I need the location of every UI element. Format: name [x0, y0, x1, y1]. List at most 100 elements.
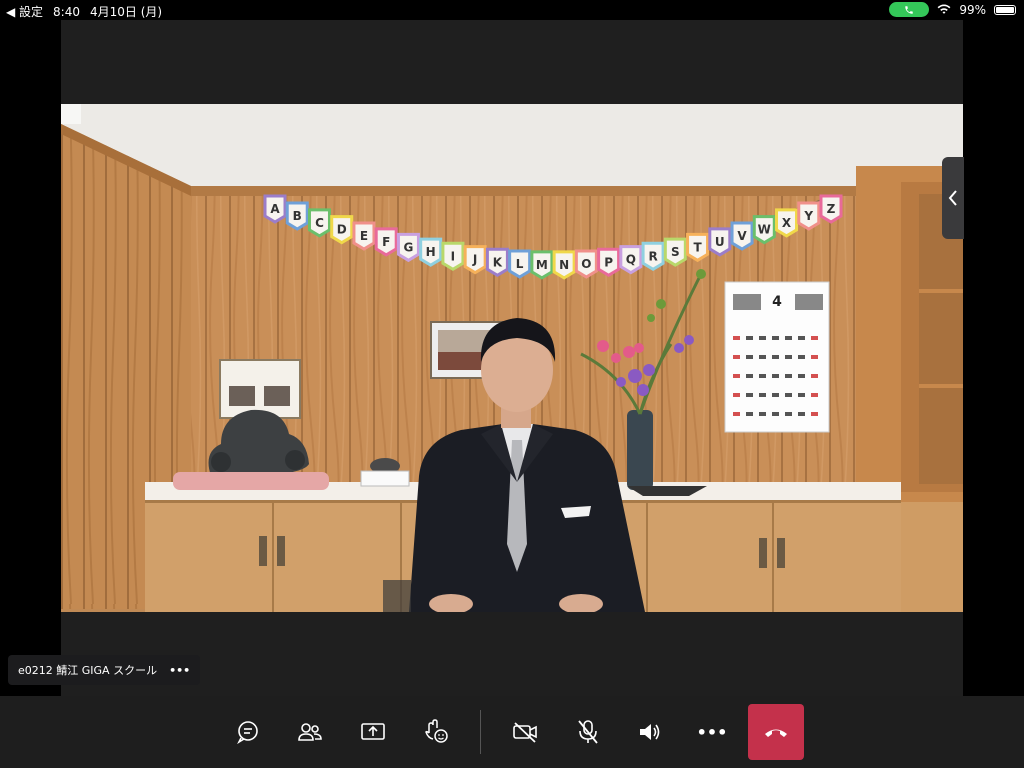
calendar-day: [798, 374, 805, 378]
calendar-day: [772, 393, 779, 397]
banner-pennant: I: [441, 241, 465, 272]
banner-pennant: R: [641, 241, 665, 272]
calendar-day: [785, 412, 792, 416]
banner-pennant: F: [374, 227, 398, 257]
calendar-day: [811, 355, 818, 359]
banner-pennant: S: [663, 237, 687, 267]
speaker-icon: [640, 724, 660, 740]
banner-letter: R: [648, 249, 657, 263]
banner-pennant: Y: [797, 201, 821, 231]
hang-up-button[interactable]: [748, 704, 804, 760]
calendar-day: [733, 412, 740, 416]
battery-icon: [994, 4, 1016, 15]
calendar-day: [759, 393, 766, 397]
banner-letter: B: [293, 209, 302, 223]
banner-letter: G: [404, 240, 414, 254]
participant-more-button[interactable]: •••: [169, 664, 190, 677]
hang-up-icon: [765, 729, 787, 737]
banner-pennant: K: [485, 247, 509, 278]
video-frame: 4 AB C D E F G H I J K L M N O P Q R S T U V W X YZ: [61, 104, 963, 612]
banner-letter: P: [604, 255, 613, 269]
participant-name-tag[interactable]: e0212 鯖江 GIGA スクール •••: [8, 655, 201, 685]
calendar-day: [785, 355, 792, 359]
camera-off-icon: [513, 722, 537, 743]
calendar-day: [798, 355, 805, 359]
status-bar: ◀ 設定 8:40 4月10日 (月) 99%: [0, 0, 1024, 20]
banner-pennant: V: [730, 221, 754, 251]
banner-letter: V: [737, 229, 747, 243]
calendar-day: [798, 412, 805, 416]
banner-letter: C: [315, 216, 324, 230]
banner-letter: U: [715, 235, 725, 249]
calendar-day: [785, 336, 792, 340]
banner-letter: M: [536, 258, 548, 272]
banner-pennant: Q: [619, 245, 643, 275]
calendar-day: [811, 336, 818, 340]
calendar-day: [811, 393, 818, 397]
banner-pennant: G: [396, 232, 420, 263]
participants-button[interactable]: [292, 714, 328, 750]
wifi-icon: [937, 4, 951, 14]
calendar-day: [811, 374, 818, 378]
calendar-day: [811, 412, 818, 416]
banner-pennant: X: [775, 208, 799, 238]
calendar-day: [759, 336, 766, 340]
reactions-button[interactable]: [418, 714, 454, 750]
chat-icon: [237, 721, 258, 744]
banner-pennant: Z: [819, 194, 843, 224]
battery-percent: 99%: [959, 2, 986, 17]
camera-toggle-button[interactable]: [507, 714, 543, 750]
banner-pennant: T: [686, 232, 710, 263]
calendar-day: [772, 336, 779, 340]
calendar-day: [733, 393, 740, 397]
banner-pennant: J: [463, 245, 487, 275]
speaker-button[interactable]: [632, 714, 668, 750]
banner-letter: Q: [626, 253, 636, 267]
chevron-left-icon: [948, 190, 957, 206]
banner-letter: N: [559, 258, 569, 272]
banner-pennant: D: [330, 215, 354, 245]
calendar-day: [746, 374, 753, 378]
banner-pennant: L: [508, 249, 532, 279]
banner-letter: E: [360, 229, 368, 243]
banner-pennant: P: [597, 247, 621, 278]
calendar-day: [746, 393, 753, 397]
active-call-indicator[interactable]: [889, 2, 930, 17]
status-time: 8:40: [53, 4, 80, 19]
banner-letter: Y: [803, 209, 813, 223]
banner-letter: X: [782, 216, 792, 230]
share-screen-icon: [361, 723, 385, 740]
share-screen-button[interactable]: [355, 714, 391, 750]
reactions-icon: [425, 719, 448, 743]
banner-pennant: H: [419, 237, 443, 267]
calendar-month: 4: [772, 294, 782, 310]
banner-letter: I: [451, 249, 455, 263]
banner-letter: D: [337, 223, 347, 237]
side-panel-handle[interactable]: [942, 157, 964, 239]
people-icon: [298, 723, 322, 741]
back-to-settings[interactable]: ◀ 設定: [6, 3, 43, 20]
chat-button[interactable]: [230, 714, 266, 750]
calendar-day: [746, 336, 753, 340]
more-options-button[interactable]: •••: [694, 714, 730, 750]
status-date: 4月10日 (月): [90, 5, 163, 19]
banner-letter: Z: [827, 202, 836, 216]
banner-letter: A: [270, 202, 280, 216]
banner-letter: S: [671, 245, 680, 259]
mic-off-icon: [578, 720, 598, 744]
banner-letter: F: [382, 235, 390, 249]
participant-video[interactable]: 4 ABCDEFGH I J KLMNOPQRSTUVWXYZ: [61, 104, 963, 612]
calendar-day: [746, 412, 753, 416]
calendar-day: [785, 393, 792, 397]
calendar-day: [759, 412, 766, 416]
meeting-control-bar: •••: [0, 696, 1024, 768]
banner-letter: T: [693, 240, 702, 254]
calendar-day: [772, 355, 779, 359]
banner-pennant: O: [574, 249, 598, 279]
mic-toggle-button[interactable]: [570, 714, 606, 750]
banner-pennant: W: [752, 215, 776, 245]
participant-name: e0212 鯖江 GIGA スクール: [18, 664, 158, 677]
calendar-day: [733, 355, 740, 359]
calendar-day: [759, 374, 766, 378]
calendar-day: [798, 336, 805, 340]
